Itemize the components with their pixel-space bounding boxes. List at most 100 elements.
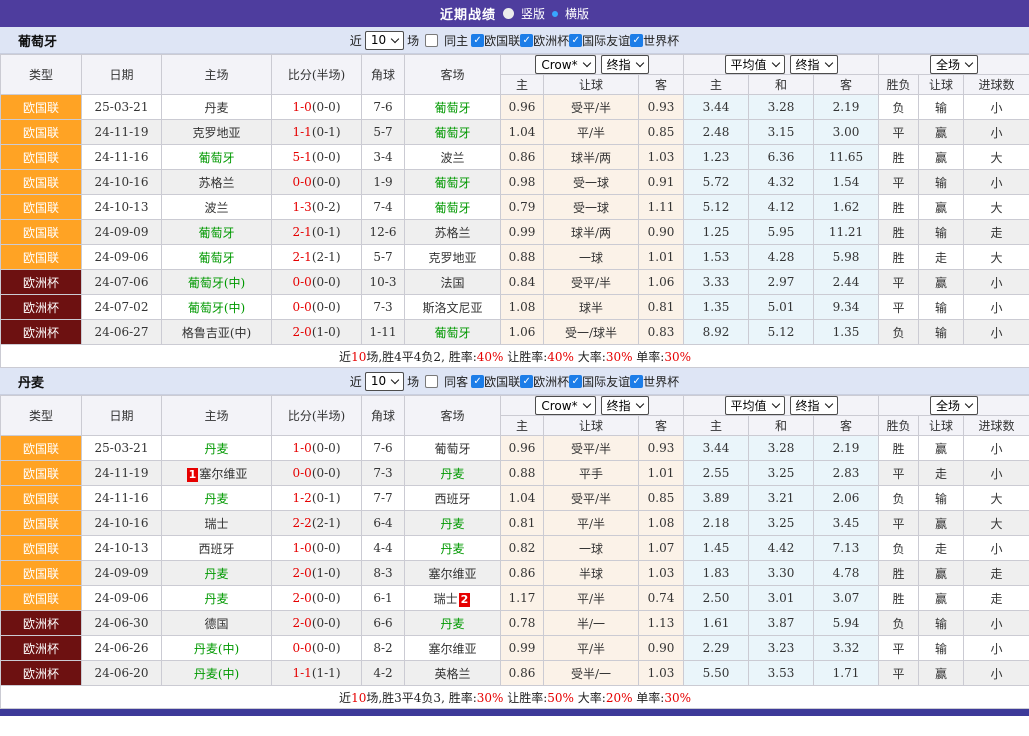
handicap-home-odds: 1.17 [501, 586, 544, 611]
halftime-score: (0-0) [312, 300, 341, 314]
handicap-result-cell: 赢 [919, 145, 964, 170]
subcol-header: 让球 [919, 416, 964, 436]
summary-segment: 40% [477, 350, 504, 364]
handicap-away-odds: 1.13 [639, 611, 684, 636]
league-checkbox[interactable]: ✓ [471, 34, 484, 47]
match-count-select[interactable]: 10 [365, 372, 404, 391]
outcome-result-cell: 胜 [879, 245, 919, 270]
handicap-line: 受一球 [544, 170, 639, 195]
recent-results-page: 近期战绩 竖版 横版 葡萄牙 近 10 场 同主 ✓欧国联✓欧洲杯✓国际友谊✓世… [0, 0, 1029, 716]
league-checkbox[interactable]: ✓ [569, 375, 582, 388]
date-cell: 24-11-16 [82, 145, 162, 170]
filter-bar: 近 10 场 同主 ✓欧国联✓欧洲杯✓国际友谊✓世界杯 [350, 31, 679, 50]
corner-cell: 1-11 [362, 320, 405, 345]
handicap-result-cell: 输 [919, 636, 964, 661]
goals-result-cell: 大 [964, 145, 1029, 170]
league-cell: 欧国联 [1, 120, 82, 145]
avg-home-odds: 5.12 [684, 195, 749, 220]
outcome-result-cell: 胜 [879, 220, 919, 245]
away-team-cell: 葡萄牙 [405, 170, 501, 195]
team-label: 丹麦 [204, 567, 228, 581]
corner-cell: 10-3 [362, 270, 405, 295]
date-cell: 24-06-20 [82, 661, 162, 686]
same-venue-checkbox[interactable] [425, 34, 438, 47]
handicap-home-odds: 1.08 [501, 295, 544, 320]
subcol-header: 让球 [919, 75, 964, 95]
final-odds-select[interactable]: 终指 [601, 396, 649, 415]
league-checkbox[interactable]: ✓ [630, 34, 643, 47]
chevron-down-icon [635, 59, 643, 67]
same-venue-checkbox[interactable] [425, 375, 438, 388]
league-checkbox-label: 欧洲杯 [533, 32, 569, 49]
match-count-value: 10 [371, 374, 386, 388]
bookmaker-select[interactable]: Crow* [535, 55, 595, 74]
score-cell: 0-0(0-0) [272, 270, 362, 295]
league-checkbox[interactable]: ✓ [520, 34, 533, 47]
subcol-header: 主 [684, 416, 749, 436]
average-odds-select[interactable]: 平均值 [725, 396, 785, 415]
subcol-header: 客 [814, 75, 879, 95]
fulltime-score: 2-0 [292, 591, 311, 605]
same-venue-label: 同主 [444, 32, 468, 49]
goals-result-cell: 小 [964, 270, 1029, 295]
final-odds-select[interactable]: 终指 [601, 55, 649, 74]
handicap-result-cell: 走 [919, 536, 964, 561]
league-cell: 欧国联 [1, 145, 82, 170]
games-label: 场 [407, 32, 419, 49]
average-odds-select[interactable]: 平均值 [725, 55, 785, 74]
halftime-score: (0-1) [312, 225, 341, 239]
halftime-score: (0-0) [312, 641, 341, 655]
team-label: 法国 [440, 276, 464, 290]
handicap-line: 受平/半 [544, 270, 639, 295]
table-row: 欧国联24-09-06丹麦2-0(0-0)6-1瑞士21.17平/半0.742.… [1, 586, 1029, 611]
fulltime-score: 2-1 [292, 225, 311, 239]
final-odds-select-2[interactable]: 终指 [790, 55, 838, 74]
subcol-header: 和 [749, 75, 814, 95]
avg-away-odds: 5.98 [814, 245, 879, 270]
handicap-result-cell: 赢 [919, 561, 964, 586]
handicap-away-odds: 1.03 [639, 145, 684, 170]
filter-bar: 近 10 场 同客 ✓欧国联✓欧洲杯✓国际友谊✓世界杯 [350, 372, 679, 391]
table-row: 欧国联24-11-191塞尔维亚0-0(0-0)7-3丹麦0.88平手1.012… [1, 461, 1029, 486]
match-count-select[interactable]: 10 [365, 31, 404, 50]
layout-radio-horizontal[interactable] [552, 11, 558, 17]
fulltime-score: 0-0 [292, 300, 311, 314]
league-checkbox[interactable]: ✓ [630, 375, 643, 388]
date-cell: 25-03-21 [82, 436, 162, 461]
avg-away-odds: 4.78 [814, 561, 879, 586]
layout-radio-vertical[interactable] [503, 8, 514, 19]
league-checkbox[interactable]: ✓ [569, 34, 582, 47]
goals-result-cell: 大 [964, 245, 1029, 270]
avg-away-odds: 2.19 [814, 436, 879, 461]
handicap-line: 平手 [544, 461, 639, 486]
chevron-down-icon [582, 59, 590, 67]
league-checkbox[interactable]: ✓ [520, 375, 533, 388]
score-cell: 2-0(0-0) [272, 586, 362, 611]
halftime-score: (2-1) [312, 516, 341, 530]
avg-away-odds: 7.13 [814, 536, 879, 561]
near-label: 近 [350, 32, 362, 49]
away-team-cell: 丹麦 [405, 536, 501, 561]
fulltime-score: 0-0 [292, 641, 311, 655]
team-label: 葡萄牙 [434, 442, 470, 456]
goals-result-cell: 小 [964, 611, 1029, 636]
score-cell: 1-3(0-2) [272, 195, 362, 220]
home-team-cell: 葡萄牙(中) [162, 270, 272, 295]
league-checkbox[interactable]: ✓ [471, 375, 484, 388]
home-team-cell: 德国 [162, 611, 272, 636]
handicap-line: 一球 [544, 536, 639, 561]
full-match-select[interactable]: 全场 [930, 55, 978, 74]
summary-segment: 10 [351, 691, 366, 705]
full-match-select[interactable]: 全场 [930, 396, 978, 415]
bookmaker-select[interactable]: Crow* [535, 396, 595, 415]
final-odds-select-2[interactable]: 终指 [790, 396, 838, 415]
col-corner-header: 角球 [362, 55, 405, 95]
avg-draw-odds: 3.30 [749, 561, 814, 586]
avg-away-odds: 3.45 [814, 511, 879, 536]
corner-cell: 8-3 [362, 561, 405, 586]
avg-away-odds: 11.65 [814, 145, 879, 170]
date-cell: 24-11-19 [82, 120, 162, 145]
goals-result-cell: 走 [964, 220, 1029, 245]
summary-row: 近10场,胜4平4负2, 胜率:40% 让胜率:40% 大率:30% 单率:30… [1, 345, 1029, 368]
corner-cell: 6-1 [362, 586, 405, 611]
